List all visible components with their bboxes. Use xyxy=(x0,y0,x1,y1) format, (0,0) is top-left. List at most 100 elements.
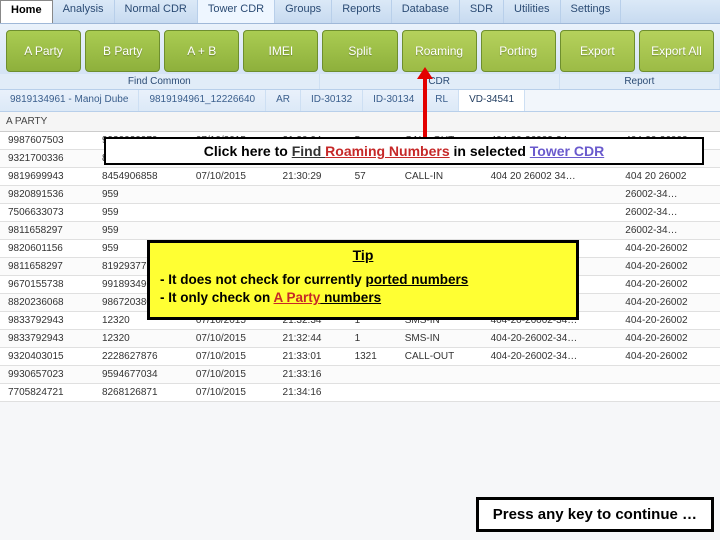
cell: 404 20 26002 xyxy=(617,168,720,186)
cell: 404-20-26002 xyxy=(617,348,720,366)
cell: 404-20-26002 xyxy=(617,330,720,348)
table-row[interactable]: 981165829795926002-34… xyxy=(0,222,720,240)
cell xyxy=(347,384,397,402)
cell: 21:33:16 xyxy=(275,366,347,384)
cell: CALL-IN xyxy=(397,168,483,186)
cell: 404-20-26002 xyxy=(617,276,720,294)
cell: 404-20-26002-34… xyxy=(483,348,618,366)
cell xyxy=(275,186,347,204)
tip-l2a: - It only check on xyxy=(160,290,274,305)
menu-tab-reports[interactable]: Reports xyxy=(332,0,392,23)
table-header-bar: A PARTY xyxy=(0,112,720,132)
ribbon-export-all-button[interactable]: Export All xyxy=(639,30,714,72)
cell xyxy=(483,366,618,384)
tip-callout: Tip - It does not check for currently po… xyxy=(147,240,579,320)
callout-tower: Tower CDR xyxy=(530,143,604,159)
cell: 404-20-26002 xyxy=(617,312,720,330)
ribbon-group-cdr: CDR xyxy=(320,74,560,89)
cell xyxy=(483,222,618,240)
cell xyxy=(347,204,397,222)
menu-tab-groups[interactable]: Groups xyxy=(275,0,332,23)
ribbon-group-report: Report xyxy=(560,74,720,89)
doc-tab[interactable]: ID-30132 xyxy=(301,90,363,111)
menu-tab-tower-cdr[interactable]: Tower CDR xyxy=(198,0,275,23)
doc-tab[interactable]: VD-34541 xyxy=(459,90,525,111)
cell: 7506633073 xyxy=(0,204,94,222)
cell: 07/10/2015 xyxy=(188,348,275,366)
cell: 959 xyxy=(94,186,188,204)
ribbon-split-button[interactable]: Split xyxy=(322,30,397,72)
cell: 7705824721 xyxy=(0,384,94,402)
ribbon-porting-button[interactable]: Porting xyxy=(481,30,556,72)
ribbon: A PartyB PartyA + BIMEISplitRoamingPorti… xyxy=(0,24,720,74)
cell: 21:34:16 xyxy=(275,384,347,402)
ribbon-b-party-button[interactable]: B Party xyxy=(85,30,160,72)
table-row[interactable]: 9930657023959467703407/10/201521:33:16 xyxy=(0,366,720,384)
doc-tab[interactable]: ID-30134 xyxy=(363,90,425,111)
cell: SMS-IN xyxy=(397,330,483,348)
ribbon-a-party-button[interactable]: A Party xyxy=(6,30,81,72)
cell xyxy=(483,384,618,402)
doc-tab[interactable]: 9819194961_12226640 xyxy=(139,90,266,111)
cell xyxy=(397,204,483,222)
ribbon-a-b-button[interactable]: A + B xyxy=(164,30,239,72)
cell xyxy=(397,384,483,402)
cell xyxy=(397,186,483,204)
tip-l2b: A Party xyxy=(274,290,321,305)
cell: 9321700336 xyxy=(0,150,94,168)
menu-tab-utilities[interactable]: Utilities xyxy=(504,0,560,23)
table-row[interactable]: 7705824721826812687107/10/201521:34:16 xyxy=(0,384,720,402)
menu-tab-normal-cdr[interactable]: Normal CDR xyxy=(115,0,198,23)
callout-find: Find xyxy=(292,143,325,159)
cell xyxy=(347,186,397,204)
cell xyxy=(188,204,275,222)
cell: 404-20-26002-34… xyxy=(483,330,618,348)
doc-tab[interactable]: AR xyxy=(266,90,301,111)
ribbon-roaming-button[interactable]: Roaming xyxy=(402,30,477,72)
ribbon-group-findcommon: Find Common xyxy=(0,74,320,89)
doc-tab[interactable]: 9819134961 - Manoj Dube xyxy=(0,90,139,111)
menu-tab-home[interactable]: Home xyxy=(0,0,53,23)
cell: CALL-OUT xyxy=(397,348,483,366)
cell: 9930657023 xyxy=(0,366,94,384)
cell xyxy=(275,222,347,240)
tip-body: - It does not check for currently ported… xyxy=(150,265,576,317)
doc-tab[interactable]: RL xyxy=(425,90,459,111)
col-aparty: A PARTY xyxy=(6,116,47,127)
ribbon-export-button[interactable]: Export xyxy=(560,30,635,72)
cell: 12320 xyxy=(94,330,188,348)
cell: 07/10/2015 xyxy=(188,330,275,348)
cell: 26002-34… xyxy=(617,222,720,240)
menu-tab-settings[interactable]: Settings xyxy=(561,0,622,23)
table-row[interactable]: 9320403015222862787607/10/201521:33:0113… xyxy=(0,348,720,366)
cell: 404-20-26002 xyxy=(617,294,720,312)
menu-tab-database[interactable]: Database xyxy=(392,0,460,23)
table-row[interactable]: 750663307395926002-34… xyxy=(0,204,720,222)
cell: 21:30:29 xyxy=(275,168,347,186)
ribbon-imei-button[interactable]: IMEI xyxy=(243,30,318,72)
cell xyxy=(617,366,720,384)
table-row[interactable]: 98337929431232007/10/201521:32:441SMS-IN… xyxy=(0,330,720,348)
cell: 9833792943 xyxy=(0,312,94,330)
cell: 21:33:01 xyxy=(275,348,347,366)
table-row[interactable]: 9819699943845490685807/10/201521:30:2957… xyxy=(0,168,720,186)
cell: 9594677034 xyxy=(94,366,188,384)
cell: 404 20 26002 34… xyxy=(483,168,618,186)
press-any-key[interactable]: Press any key to continue … xyxy=(476,497,714,532)
cell xyxy=(397,366,483,384)
cell: 9320403015 xyxy=(0,348,94,366)
cell xyxy=(617,384,720,402)
cell: 8454906858 xyxy=(94,168,188,186)
cell xyxy=(347,222,397,240)
cell: 57 xyxy=(347,168,397,186)
cell: 21:32:44 xyxy=(275,330,347,348)
cell: 959 xyxy=(94,222,188,240)
cell: 9819699943 xyxy=(0,168,94,186)
cell xyxy=(188,186,275,204)
cell: 9820601156 xyxy=(0,240,94,258)
cell xyxy=(483,204,618,222)
menu-tab-analysis[interactable]: Analysis xyxy=(53,0,115,23)
menu-tab-sdr[interactable]: SDR xyxy=(460,0,504,23)
cell: 8820236068 xyxy=(0,294,94,312)
table-row[interactable]: 982089153695926002-34… xyxy=(0,186,720,204)
